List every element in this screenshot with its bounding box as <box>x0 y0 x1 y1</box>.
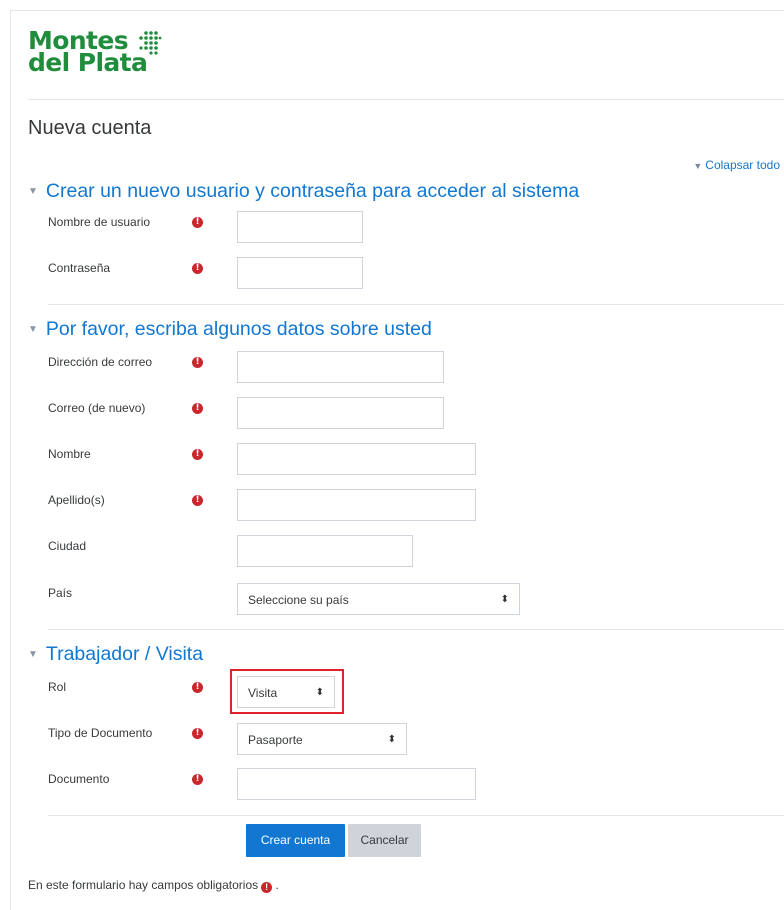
required-fields-note-text: En este formulario hay campos obligatori… <box>28 878 259 892</box>
role-label: Rol <box>48 680 67 694</box>
section-header-personal[interactable]: ▼ Por favor, escriba algunos datos sobre … <box>28 318 432 341</box>
logo-dots-icon <box>139 31 162 55</box>
section-divider <box>48 629 784 630</box>
section-collapse-icon: ▼ <box>28 649 38 660</box>
firstname-input[interactable] <box>237 443 476 475</box>
password-input[interactable] <box>237 257 363 289</box>
email-input[interactable] <box>237 351 444 383</box>
required-icon: ! <box>192 495 203 506</box>
firstname-label: Nombre <box>48 447 91 461</box>
section-header-account[interactable]: ▼ Crear un nuevo usuario y contraseña par… <box>28 180 579 203</box>
required-icon: ! <box>192 357 203 368</box>
required-icon: ! <box>192 682 203 693</box>
city-input[interactable] <box>237 535 413 567</box>
section-collapse-icon: ▼ <box>28 186 38 197</box>
header-divider <box>28 99 784 100</box>
document-input[interactable] <box>237 768 476 800</box>
required-icon: ! <box>192 263 203 274</box>
country-select[interactable]: Seleccione su país ⬍ <box>237 583 520 615</box>
required-icon: ! <box>192 217 203 228</box>
section-header-worker-visit[interactable]: ▼ Trabajador / Visita <box>28 643 203 666</box>
section-divider <box>48 815 784 816</box>
section-divider <box>48 304 784 305</box>
lastname-label: Apellido(s) <box>48 493 105 507</box>
section-title-personal: Por favor, escriba algunos datos sobre u… <box>45 318 432 340</box>
email-confirm-label: Correo (de nuevo) <box>48 401 146 415</box>
required-icon: ! <box>192 728 203 739</box>
password-label: Contraseña <box>48 261 111 275</box>
page-title: Nueva cuenta <box>28 117 152 139</box>
lastname-input[interactable] <box>237 489 476 521</box>
username-input[interactable] <box>237 211 363 243</box>
email-label: Dirección de correo <box>48 355 153 369</box>
select-arrows-icon: ⬍ <box>500 594 509 605</box>
required-fields-note-end: . <box>275 878 279 892</box>
country-label: País <box>48 586 73 600</box>
select-arrows-icon: ⬍ <box>387 734 396 745</box>
collapse-all-label: Colapsar todo <box>705 158 780 172</box>
required-fields-note: En este formulario hay campos obligatori… <box>28 878 279 893</box>
cancel-button[interactable]: Cancelar <box>348 824 421 857</box>
section-title-worker-visit: Trabajador / Visita <box>45 643 204 665</box>
section-title-account: Crear un nuevo usuario y contraseña para… <box>45 180 580 202</box>
city-label: Ciudad <box>48 539 87 553</box>
document-label: Documento <box>48 772 110 786</box>
username-label: Nombre de usuario <box>48 215 151 229</box>
collapse-all-link[interactable]: ▼ Colapsar todo <box>693 158 780 172</box>
country-selected-value: Seleccione su país <box>248 593 349 607</box>
role-highlight-box <box>230 669 344 714</box>
required-icon: ! <box>192 774 203 785</box>
doc-type-label: Tipo de Documento <box>48 726 153 740</box>
email-confirm-input[interactable] <box>237 397 444 429</box>
doc-type-select[interactable]: Pasaporte ⬍ <box>237 723 407 755</box>
section-collapse-icon: ▼ <box>28 324 38 335</box>
required-icon: ! <box>261 882 273 893</box>
required-icon: ! <box>192 449 203 460</box>
doc-type-selected-value: Pasaporte <box>248 733 303 747</box>
create-account-button[interactable]: Crear cuenta <box>246 824 345 857</box>
required-icon: ! <box>192 403 203 414</box>
montes-del-plata-logo[interactable]: Montes del Plata <box>28 28 162 77</box>
triangle-down-icon: ▼ <box>693 161 703 171</box>
logo-line-2: del Plata <box>28 48 148 77</box>
